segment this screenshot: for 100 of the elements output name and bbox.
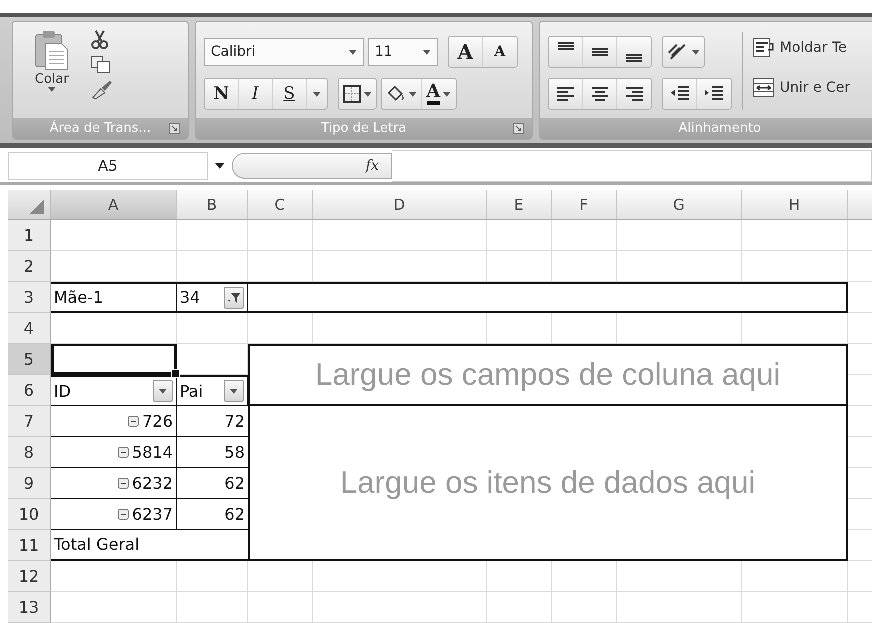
row-header[interactable]: 9 (8, 468, 51, 499)
font-color-button[interactable]: A (422, 79, 456, 109)
row-header[interactable]: 6 (8, 375, 51, 406)
empty-cell[interactable] (552, 220, 617, 251)
merge-center-button[interactable]: Unir e Cer (753, 74, 850, 102)
column-header[interactable] (848, 190, 872, 220)
column-header[interactable]: F (552, 190, 617, 220)
shrink-font-button[interactable]: A (483, 37, 517, 67)
name-box[interactable]: A5 (8, 152, 208, 180)
funnel-icon (227, 292, 241, 304)
collapse-icon[interactable] (128, 416, 140, 426)
empty-cell[interactable] (742, 220, 848, 251)
empty-cell[interactable] (617, 220, 742, 251)
caret-icon (230, 388, 238, 394)
filter-button[interactable] (224, 286, 244, 308)
underline-button[interactable]: S (273, 79, 307, 109)
column-header[interactable]: B (177, 190, 248, 220)
column-header[interactable]: A (51, 190, 177, 220)
wrap-text-icon (753, 38, 775, 58)
row-header[interactable]: 10 (8, 499, 51, 530)
cell-value: 34 (180, 288, 200, 307)
caret-icon (364, 92, 372, 96)
group-label: Alinhamento (678, 121, 762, 136)
row-header[interactable]: 7 (8, 406, 51, 437)
group-label: Tipo de Letra (321, 121, 407, 136)
clipboard-icon (34, 30, 70, 72)
caret-icon (349, 50, 357, 54)
cell-value: 5814 (132, 442, 173, 462)
empty-cell[interactable] (177, 220, 248, 251)
caret-icon (692, 50, 700, 54)
dialog-launcher-icon[interactable] (513, 123, 524, 134)
table-cell: Mãe-1 (51, 282, 177, 313)
empty-cell[interactable] (177, 592, 248, 623)
empty-cell[interactable] (617, 592, 742, 623)
column-header[interactable]: C (248, 190, 313, 220)
triangle-icon (30, 200, 44, 214)
caret-icon (159, 388, 167, 394)
brush-icon[interactable] (91, 80, 113, 100)
row-header[interactable]: 8 (8, 437, 51, 468)
caret-icon (423, 50, 431, 54)
caret-icon (48, 87, 56, 92)
caret-icon (409, 92, 417, 96)
align-right-icon (624, 87, 644, 101)
align-center-icon (590, 87, 610, 101)
row-header[interactable]: 5 (8, 344, 51, 375)
caret-icon (443, 92, 452, 96)
select-all-button[interactable] (8, 190, 51, 220)
empty-cell[interactable] (552, 592, 617, 623)
formula-input[interactable] (392, 150, 872, 182)
column-header[interactable]: E (487, 190, 552, 220)
collapse-icon[interactable] (118, 508, 130, 520)
caret-icon (215, 163, 225, 169)
dialog-launcher-icon[interactable] (169, 123, 180, 134)
empty-cell[interactable] (313, 592, 487, 623)
dropdown-button[interactable] (224, 380, 244, 402)
row-header[interactable]: 4 (8, 313, 51, 344)
caret-icon (313, 92, 321, 96)
column-header[interactable]: G (617, 190, 742, 220)
wrap-text-button[interactable]: Moldar Te (753, 34, 850, 62)
copy-icon[interactable] (91, 56, 111, 74)
empty-cell[interactable] (248, 220, 313, 251)
font-size-field[interactable]: 11 (368, 38, 438, 66)
empty-cell[interactable] (487, 592, 552, 623)
cell-value: 726 (142, 412, 173, 430)
indent-icon (704, 85, 724, 103)
insert-function-button[interactable]: fx (232, 153, 392, 179)
empty-cell[interactable] (248, 592, 313, 623)
align-left-icon (556, 87, 576, 101)
collapse-icon[interactable] (118, 446, 130, 458)
row-header[interactable]: 3 (8, 282, 51, 313)
row-header[interactable]: 2 (8, 251, 51, 282)
paste-button[interactable]: Colar (21, 28, 83, 118)
dropdown-button[interactable] (153, 380, 173, 402)
column-header[interactable]: H (742, 190, 848, 220)
empty-cell[interactable] (487, 220, 552, 251)
paint-bucket-icon (386, 85, 406, 103)
font-name-field[interactable]: Calibri (204, 38, 364, 66)
align-mid-icon (590, 48, 610, 56)
borders-icon (343, 85, 361, 103)
empty-cell[interactable] (742, 592, 848, 623)
field-label: ID (54, 382, 72, 400)
cell-value: 6232 (132, 474, 173, 492)
field-label: Pai (180, 382, 204, 400)
row-header[interactable]: 12 (8, 561, 51, 592)
empty-cell[interactable] (313, 220, 487, 251)
italic-button[interactable]: I (239, 79, 273, 109)
merge-cells-icon (753, 78, 775, 98)
column-header[interactable]: D (313, 190, 487, 220)
row-header[interactable]: 13 (8, 592, 51, 623)
collapse-icon[interactable] (118, 478, 130, 488)
scissors-icon[interactable] (91, 30, 109, 50)
align-top-icon (556, 42, 576, 50)
bold-button[interactable]: N (205, 79, 239, 109)
align-bottom-icon (624, 54, 644, 62)
group-label: Área de Trans... (50, 121, 152, 136)
row-header[interactable]: 1 (8, 220, 51, 251)
row-header[interactable]: 11 (8, 530, 51, 561)
cell-value: 6237 (132, 504, 173, 524)
indent-icon (670, 85, 690, 103)
grow-font-button[interactable]: A (449, 37, 483, 67)
